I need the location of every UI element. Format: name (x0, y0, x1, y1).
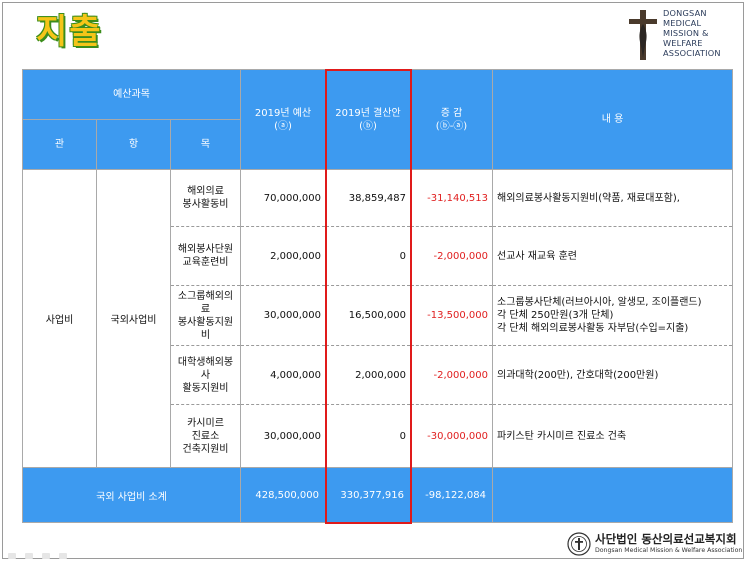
header-budget-subject: 예산과목 (21, 69, 242, 120)
header-change-mark: (ⓑ-ⓐ) (435, 120, 468, 132)
organization-logo: DONGSAN MEDICAL MISSION & WELFARE ASSOCI… (625, 8, 737, 62)
item-cell: 카시미르 진료소 건축지원비 (169, 404, 242, 468)
logo-wordmark: DONGSAN MEDICAL MISSION & WELFARE ASSOCI… (663, 8, 739, 58)
settlement-cell: 0 (325, 226, 412, 286)
budget-cell: 70,000,000 (240, 169, 327, 227)
logo-line: MEDICAL (663, 18, 702, 28)
content-cell: 해외의료봉사활동지원비(약품, 재료대포함), (492, 169, 734, 227)
change-cell: -2,000,000 (410, 226, 494, 286)
settlement-cell: 16,500,000 (325, 285, 412, 346)
item-cell: 해외봉사단원 교육훈련비 (169, 226, 242, 286)
header-settlement-2019: 2019년 결산안 (ⓑ) (325, 69, 412, 170)
header-settlement-2019-label: 2019년 결산안 (335, 107, 401, 119)
content-cell: 소그룹봉사단체(러브아시아, 알생모, 조이플랜드) 각 단체 250만원(3개… (492, 285, 734, 346)
change-cell: -2,000,000 (410, 345, 494, 405)
hang-cell: 국외사업비 (96, 169, 171, 468)
budget-cell: 4,000,000 (240, 345, 327, 405)
item-line: 봉사활동지원비 (177, 316, 234, 341)
header-budget-2019-mark: (ⓐ) (274, 120, 292, 132)
header-change: 증 감 (ⓑ-ⓐ) (410, 69, 494, 170)
content-line: 각 단체 250만원(3개 단체) (497, 310, 614, 321)
header-gwan: 관 (22, 119, 97, 170)
item-cell: 소그룹해외의료 봉사활동지원비 (169, 285, 242, 346)
table-row: 사업비 국외사업비 해외의료 봉사활동비 70,000,000 38,859,4… (22, 169, 734, 468)
content-line: 소그룹봉사단체(러브아시아, 알생모, 조이플랜드) (497, 297, 702, 308)
slide-nav-controls[interactable] (8, 544, 71, 559)
header-settlement-2019-mark: (ⓑ) (359, 120, 377, 132)
change-cell: -31,140,513 (410, 169, 494, 227)
cross-icon (629, 10, 657, 60)
nav-menu-icon[interactable] (42, 553, 51, 559)
item-cell: 대학생해외봉사 활동지원비 (169, 345, 242, 405)
content-line: 해외의료봉사활동지원비(약품, 재료대포함), (497, 192, 680, 204)
header-content: 내 용 (492, 69, 734, 170)
settlement-cell: 38,859,487 (325, 169, 412, 227)
logo-line: ASSOCIATION (663, 48, 721, 58)
subtotal-change: -98,122,084 (410, 467, 494, 523)
nav-edit-icon[interactable] (25, 553, 34, 559)
budget-cell: 2,000,000 (240, 226, 327, 286)
settlement-cell: 2,000,000 (325, 345, 412, 405)
subtotal-label: 국외 사업비 소계 (21, 467, 242, 523)
change-cell: -30,000,000 (410, 404, 494, 468)
content-line: 각 단체 해외의료봉사활동 자부담(수입=지출) (497, 323, 689, 334)
content-cell: 의과대학(200만), 간호대학(200만원) (492, 345, 734, 405)
budget-cell: 30,000,000 (240, 404, 327, 468)
logo-line: DONGSAN (663, 8, 707, 18)
item-line: 해외봉사단원 (177, 244, 234, 255)
item-line: 소그룹해외의료 (177, 290, 234, 315)
content-line: 파키스탄 카시미르 진료소 건축 (497, 430, 627, 442)
subtotal-content (492, 467, 734, 523)
header-hang: 항 (96, 119, 171, 170)
item-cell: 해외의료 봉사활동비 (169, 169, 242, 227)
expense-table: 예산과목 2019년 예산 (ⓐ) 2019년 결산안 (ⓑ) 증 감 (ⓑ-ⓐ… (21, 69, 734, 523)
subtotal-settlement: 330,377,916 (325, 467, 412, 523)
org-name: 사단법인 동산의료선교복지회 (595, 532, 737, 546)
slide-title: 지출 (36, 12, 103, 52)
seal-icon (567, 532, 591, 556)
subtotal-row: 국외 사업비 소계 428,500,000 330,377,916 -98,12… (21, 467, 734, 523)
item-line: 건축지원비 (182, 443, 229, 455)
org-name-en: Dongsan Medical Mission & Welfare Associ… (595, 547, 743, 554)
nav-next-icon[interactable] (59, 553, 68, 559)
item-line: 봉사활동비 (182, 199, 229, 210)
settlement-cell: 0 (325, 404, 412, 468)
header-budget-2019-label: 2019년 예산 (254, 107, 312, 119)
nav-prev-icon[interactable] (8, 553, 16, 559)
item-line: 해외의료 (187, 186, 224, 197)
header-mok: 목 (169, 119, 242, 170)
item-line: 대학생해외봉사 (177, 356, 234, 381)
footer-organization: 사단법인 동산의료선교복지회 Dongsan Medical Mission &… (567, 532, 742, 558)
change-cell: -13,500,000 (410, 285, 494, 346)
logo-line: MISSION & (663, 28, 709, 38)
subtotal-budget: 428,500,000 (240, 467, 327, 523)
budget-cell: 30,000,000 (240, 285, 327, 346)
content-line: 선교사 재교육 훈련 (497, 250, 577, 262)
item-line: 진료소 (191, 430, 220, 442)
gwan-cell: 사업비 (22, 169, 97, 468)
content-cell: 선교사 재교육 훈련 (492, 226, 734, 286)
header-change-label: 증 감 (440, 107, 463, 119)
content-line: 의과대학(200만), 간호대학(200만원) (497, 369, 659, 381)
item-line: 카시미르 (187, 417, 224, 429)
logo-line: WELFARE (663, 38, 703, 48)
content-cell: 파키스탄 카시미르 진료소 건축 (492, 404, 734, 468)
header-budget-2019: 2019년 예산 (ⓐ) (240, 69, 327, 170)
item-line: 교육훈련비 (182, 257, 229, 268)
item-line: 활동지원비 (182, 382, 229, 394)
